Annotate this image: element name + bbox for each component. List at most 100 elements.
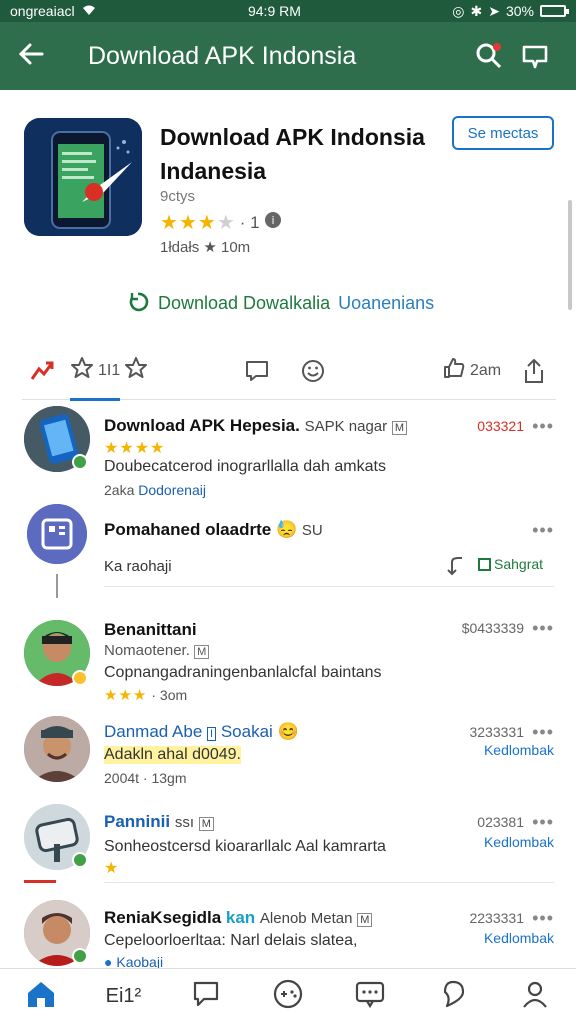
item-description: Adakln ahal d0049. [104, 746, 241, 764]
more-options-icon[interactable]: ••• [532, 618, 554, 639]
nav-messages[interactable] [181, 975, 231, 1019]
star-icon: ★ [216, 212, 236, 234]
star-outline-icon-2 [124, 356, 148, 385]
reply-icon[interactable] [446, 556, 466, 581]
item-subtitle: Nomaotener. M [104, 642, 210, 659]
clock: 94:9 RM [247, 3, 301, 19]
bookmark-icon [478, 557, 491, 571]
list-item-title: Download APK Hepesia. SAPK nagar M [104, 416, 408, 436]
nav-home[interactable] [16, 975, 66, 1019]
list-item[interactable]: Danmad Abe I Soakai 😊 3233331 ••• Kedlom… [0, 712, 576, 802]
download-link-main: Download Dowalkalia [158, 293, 331, 313]
nav-chat[interactable] [345, 975, 395, 1019]
nav-explore[interactable] [428, 975, 478, 1019]
app-name: Download APK Indonsia Indanesia [160, 120, 440, 188]
wifi-icon [81, 3, 97, 19]
item-meta-link[interactable]: Dodorenaij [138, 482, 206, 498]
like-button[interactable]: 2am [442, 356, 501, 385]
share-icon[interactable] [522, 358, 546, 384]
item-description: Ka raohaji [104, 558, 172, 575]
tag-icon: M [194, 645, 210, 659]
divider [104, 586, 554, 587]
more-options-icon[interactable]: ••• [532, 520, 554, 541]
carrier-label: ongreaiacl [10, 3, 75, 19]
tag-icon: M [391, 421, 408, 435]
chat-icon[interactable] [512, 33, 558, 79]
emoji-icon: 😓 [275, 520, 298, 539]
back-arrow-icon[interactable] [18, 39, 62, 73]
more-options-icon[interactable]: ••• [532, 722, 554, 743]
item-meta: 2004t · 13gm [104, 770, 187, 786]
item-description: Cepeloorloerltaa: Narl delais slatea, [104, 932, 358, 949]
rating-count: · 1 [239, 212, 260, 232]
nav-games[interactable] [263, 975, 313, 1019]
tag-icon: I [207, 727, 217, 741]
app-name-line1: Download APK Indonsia [160, 124, 425, 150]
more-button[interactable]: Se mectas [452, 116, 554, 150]
emoji-icon[interactable] [300, 358, 326, 384]
item-stars: ★★★ [104, 686, 147, 704]
active-tab-indicator [70, 398, 120, 401]
online-badge [72, 852, 88, 868]
item-code: 3233331 [469, 724, 524, 740]
item-meta: 2aka Dodorenaij [104, 482, 206, 498]
item-title-text: Download APK Hepesia. [104, 416, 300, 435]
alarm-icon: ◎ [452, 2, 465, 19]
item-code: 2233331 [469, 910, 524, 926]
item-code: 023381 [477, 814, 524, 830]
pin-icon [439, 979, 467, 1014]
app-bar: Download APK Indonsia [0, 22, 576, 90]
list-item-title: Panninii ssı M [104, 812, 214, 832]
save-label: Sahgrat [494, 556, 544, 572]
star-icon: ★ [178, 212, 198, 234]
item-title-text: Pomahaned olaadrte [104, 520, 272, 539]
item-link[interactable]: Kedlombak [484, 834, 554, 850]
item-link[interactable]: Kedlombak [484, 742, 554, 758]
item-link[interactable]: Kedlombak [484, 930, 554, 946]
battery-icon [540, 5, 569, 17]
app-bar-title: Download APK Indonsia [88, 41, 357, 70]
item-code: $0433339 [461, 620, 524, 636]
item-title-blue: kan [225, 908, 256, 927]
status-badge [72, 670, 88, 686]
star-icon: ★ [132, 687, 148, 704]
scrollbar[interactable] [568, 200, 572, 310]
search-icon[interactable] [466, 33, 512, 79]
favorite-count: 1I1 [98, 361, 121, 379]
more-options-icon[interactable]: ••• [532, 416, 554, 437]
list-item[interactable]: ReniaKsegidla kan Alenob Metan M 2233331… [0, 896, 576, 970]
list-item-title: Pomahaned olaadrte 😓 SU [104, 520, 323, 540]
app-icon[interactable] [24, 118, 142, 236]
save-button[interactable]: Sahgrat [478, 556, 543, 572]
item-stars: ★★★★ [104, 438, 165, 458]
item-description: Sonheostcersd kioararllalc Aal kamrarta [104, 838, 386, 855]
tag-icon: M [357, 913, 373, 927]
list-item[interactable]: Panninii ssı M 023381 ••• Kedlombak Sonh… [0, 802, 576, 884]
gamepad-icon [272, 979, 304, 1014]
item-meta-text: · 3om [151, 687, 188, 703]
item-title-light: Alenob Metan [259, 910, 353, 927]
star-icon: ★ [104, 687, 119, 704]
info-icon[interactable]: i [264, 211, 282, 234]
more-options-icon[interactable]: ••• [532, 908, 554, 929]
star-outline-icon [70, 356, 94, 385]
thumbs-up-icon [442, 356, 466, 385]
app-subtitle: 9ctys [160, 188, 196, 205]
download-link[interactable]: Download Dowalkalia Uoanenians [128, 290, 434, 317]
nav-tab2[interactable]: Ei1² [98, 975, 148, 1019]
favorite-tab[interactable]: 1I1 [70, 356, 148, 385]
more-options-icon[interactable]: ••• [532, 812, 554, 833]
trending-icon[interactable] [30, 359, 56, 383]
avatar [27, 504, 87, 564]
list-item[interactable]: Pomahaned olaadrte 😓 SU ••• Ka raohaji S… [0, 502, 576, 598]
comment-icon[interactable] [244, 359, 270, 383]
nav-tab2-label: Ei1² [105, 985, 142, 1007]
list-item[interactable]: Benanittani $0433339 ••• Nomaotener. M C… [0, 600, 576, 704]
item-meta: ★★★ · 3om [104, 686, 187, 704]
nav-profile[interactable] [510, 975, 560, 1019]
list-item-title: ReniaKsegidla kan Alenob Metan M [104, 908, 373, 928]
list-item[interactable]: Download APK Hepesia. SAPK nagar M 03332… [0, 404, 576, 500]
item-title-text: ReniaKsegidla [104, 908, 222, 927]
item-title-suffix: SU [301, 522, 323, 539]
thread-line [56, 574, 58, 598]
